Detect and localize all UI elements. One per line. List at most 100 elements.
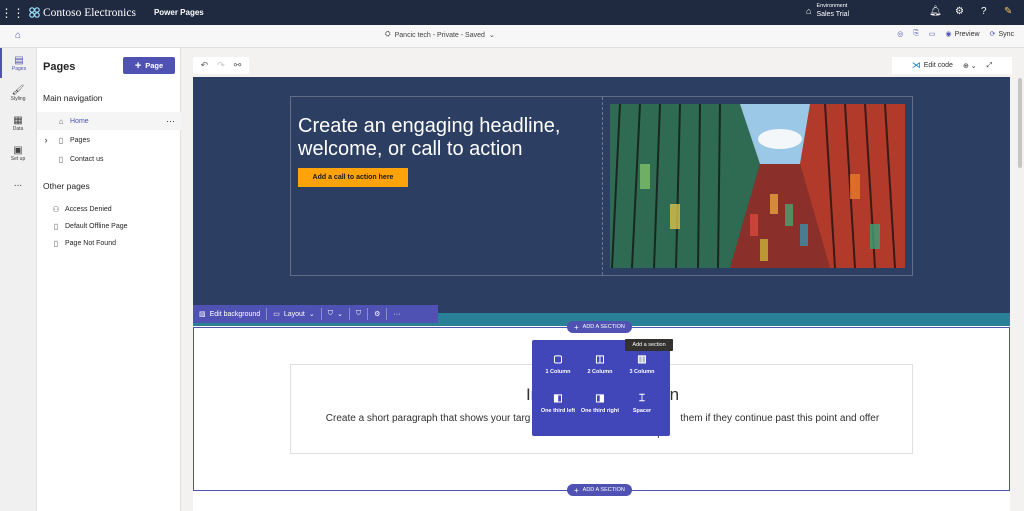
rail-label: Data [12, 125, 24, 132]
edit-code-button[interactable]: ⋊ Edit code [912, 60, 953, 71]
intro-paragraph-left: Create a short paragraph that shows your… [325, 413, 531, 424]
settings-button[interactable]: ⚙ [368, 308, 388, 320]
gear-icon[interactable]: ⚙ [955, 6, 964, 17]
app-name: Power Pages [153, 8, 204, 17]
brand: Contoso Electronics [29, 7, 136, 19]
canvas-scrollbar[interactable] [1018, 78, 1022, 168]
add-section-label: ADD A SECTION [582, 324, 625, 330]
page-icon: ▯ [53, 221, 59, 231]
setup-icon: ▣ [13, 144, 23, 156]
vscode-icon: ⋊ [911, 60, 921, 70]
comment-icon[interactable]: ▭ [929, 30, 936, 38]
hero-image[interactable] [610, 104, 905, 268]
site-info-text: Pancic tech - Private - Saved [394, 31, 485, 39]
nav-item-default-offline-page[interactable]: ▯ Default Offline Page [37, 217, 181, 235]
copilot-icon[interactable]: ◎ [897, 30, 903, 38]
section-icon: ⛉ [327, 310, 333, 317]
more-button[interactable]: ··· [387, 308, 406, 320]
undo-icon[interactable]: ↶ [201, 60, 209, 71]
rail-label: Pages [11, 65, 27, 72]
zoom-icon[interactable]: ⊕ ⌄ [963, 62, 977, 70]
add-section-button-bottom[interactable]: + ADD A SECTION [567, 484, 632, 496]
nav-item-contact-us[interactable]: ▯ Contact us [37, 150, 181, 168]
nav-item-page-not-found[interactable]: ▯ Page Not Found [37, 234, 181, 252]
pages-panel: Pages + Page Main navigation ⌂ Home ··· › ▯… [37, 48, 181, 511]
table-icon: ▦ [13, 114, 23, 126]
expand-icon[interactable]: ⤢ [987, 62, 993, 70]
app-launcher-icon[interactable]: ⋮⋮ [0, 0, 25, 25]
bell-icon[interactable]: 🔔︎ [929, 6, 942, 17]
option-one-third-left[interactable]: ◧ One third left [538, 393, 578, 416]
gear-icon: ⚙ [374, 311, 381, 318]
section-settings-dropdown[interactable]: ⛉ ⌄ [322, 308, 350, 320]
hero-section[interactable]: Create an engaging headline, welcome, or… [193, 77, 1010, 313]
rail-item-pages[interactable]: ▤ Pages [0, 48, 36, 78]
nav-item-access-denied[interactable]: ⚇ Access Denied [37, 200, 181, 218]
add-section-button-top[interactable]: + ADD A SECTION [567, 321, 632, 333]
rail-item-data[interactable]: ▦ Data [0, 108, 36, 138]
chevron-right-icon[interactable]: › [37, 135, 55, 145]
layout-label: Layout [283, 310, 305, 318]
plus-icon: + [574, 322, 579, 332]
rail-item-styling[interactable]: 🖌︎ Styling [0, 78, 36, 108]
option-spacer[interactable]: ⌶ Spacer [622, 393, 662, 416]
nav-item-pages[interactable]: › ▯ Pages [37, 131, 181, 149]
nav-item-label: Default Offline Page [65, 222, 128, 230]
page-icon: ▤ [14, 54, 24, 66]
page-icon: ▯ [58, 154, 64, 164]
preview-label: Preview [954, 30, 980, 38]
image-icon: ▨ [199, 311, 206, 318]
page-icon: ▯ [53, 238, 59, 248]
nav-item-label: Home [70, 117, 89, 125]
cta-button[interactable]: Add a call to action here [298, 168, 408, 187]
preview-button[interactable]: ◉ Preview [946, 30, 980, 39]
edit-pencil-icon[interactable]: ✎ [1004, 6, 1012, 17]
hero-container: Create an engaging headline, welcome, or… [290, 96, 913, 276]
plus-icon: + [134, 59, 142, 72]
option-3-column[interactable]: ▥ 3 Column [622, 354, 662, 377]
help-icon[interactable]: ? [981, 6, 987, 17]
third-left-icon: ◧ [553, 393, 563, 404]
canvas-toolbar-right: ⋊ Edit code ⊕ ⌄ ⤢ [892, 57, 1012, 74]
more-options-icon[interactable]: ··· [166, 116, 175, 126]
panel-title: Pages [43, 61, 76, 73]
environment-icon: ⌂ [806, 6, 812, 16]
nav-item-label: Pages [70, 136, 90, 144]
environment-label: Environment [816, 3, 848, 9]
nav-item-label: Access Denied [65, 205, 112, 213]
layout-button[interactable]: ▭ Layout ⌄ [267, 308, 322, 320]
three-column-icon: ▥ [637, 354, 647, 365]
add-section-menu: ▢ 1 Column ◫ 2 Column ▥ 3 Column ◧ One third… [532, 340, 670, 436]
main-navigation-heading: Main navigation [43, 93, 103, 103]
nav-item-home[interactable]: ⌂ Home ··· [37, 112, 181, 130]
redo-icon[interactable]: ↷ [217, 60, 225, 71]
sync-button[interactable]: ⟳ Sync [989, 30, 1014, 39]
environment-picker[interactable]: ⌂ Environment Sales Trial [806, 3, 849, 19]
site-info[interactable]: ⛭ Pancic tech - Private - Saved ⌄ [385, 31, 495, 39]
option-2-column[interactable]: ◫ 2 Column [580, 354, 620, 377]
home-icon[interactable]: ⌂ [15, 30, 21, 41]
edit-background-button[interactable]: ▨ Edit background [193, 308, 268, 320]
option-label: One third right [580, 408, 620, 414]
hero-text-column[interactable]: Create an engaging headline, welcome, or… [291, 97, 603, 275]
option-1-column[interactable]: ▢ 1 Column [538, 354, 578, 377]
edit-code-label: Edit code [923, 62, 953, 69]
hero-headline[interactable]: Create an engaging headline, welcome, or… [298, 115, 598, 161]
edit-background-label: Edit background [209, 310, 261, 318]
rail-item-more[interactable]: ... [0, 168, 36, 198]
rail-item-setup[interactable]: ▣ Set up [0, 138, 36, 168]
link-icon[interactable]: ⚯ [234, 60, 242, 71]
brush-icon: ⛉ [355, 310, 362, 317]
option-label: 2 Column [587, 369, 613, 375]
option-one-third-right[interactable]: ◨ One third right [580, 393, 620, 416]
canvas-toolbar: ↶ ↷ ⚯ [193, 57, 249, 74]
option-label: 1 Column [545, 369, 571, 375]
option-label: 3 Column [629, 369, 655, 375]
site-icon: ⛭ [385, 31, 391, 38]
share-icon[interactable]: ⎘ [913, 30, 919, 38]
sync-icon: ⟳ [989, 31, 996, 38]
style-button[interactable]: ⛉ [350, 308, 369, 320]
add-page-button[interactable]: + Page [123, 57, 175, 74]
rail-label: Set up [10, 155, 26, 162]
more-icon: ... [13, 177, 23, 189]
